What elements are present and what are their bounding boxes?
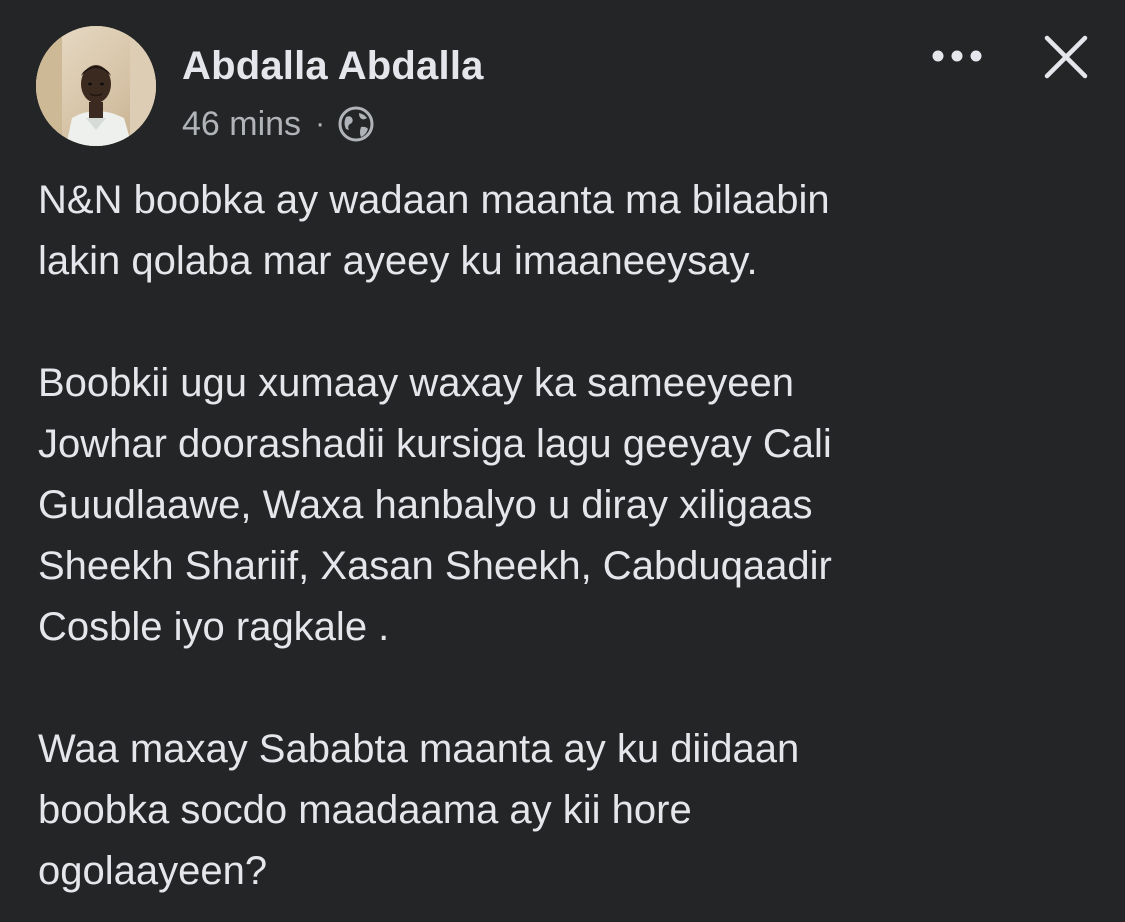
post-timestamp[interactable]: 46 mins bbox=[182, 105, 301, 144]
post-text: N&N boobka ay wadaan maanta ma bilaabin … bbox=[38, 170, 1098, 902]
post-paragraph: Waa maxay Sababta maanta ay ku diidaan b… bbox=[38, 727, 800, 893]
close-icon bbox=[1044, 35, 1088, 79]
post-header: Abdalla Abdalla 46 mins · bbox=[0, 0, 1125, 160]
post-meta: 46 mins · bbox=[182, 104, 375, 144]
more-horizontal-icon bbox=[932, 50, 982, 62]
close-button[interactable] bbox=[1036, 30, 1096, 84]
globe-icon[interactable] bbox=[337, 105, 375, 143]
avatar-photo bbox=[36, 26, 156, 146]
post-paragraph: Boobkii ugu xumaay waxay ka sameeyeen Jo… bbox=[38, 361, 832, 649]
more-options-button[interactable] bbox=[926, 36, 988, 76]
author-name[interactable]: Abdalla Abdalla bbox=[182, 44, 484, 89]
meta-separator: · bbox=[315, 107, 326, 140]
post-paragraph: N&N boobka ay wadaan maanta ma bilaabin … bbox=[38, 178, 830, 283]
author-avatar[interactable] bbox=[36, 26, 156, 146]
